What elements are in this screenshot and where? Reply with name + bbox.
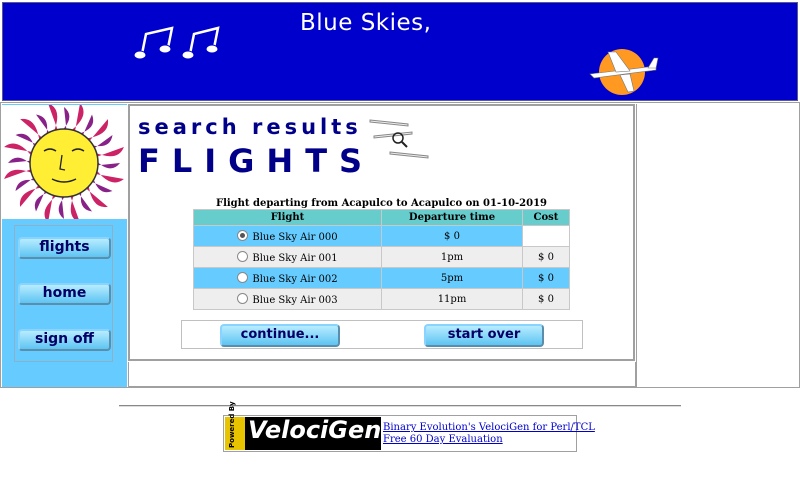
banner-title: Blue Skies, [300,10,432,36]
sign-off-nav-button[interactable]: sign off [18,329,111,351]
table-header-row: Flight Departure time Cost [193,209,570,226]
page-subtitle: search results [138,115,362,139]
column-header-cost: Cost [522,209,570,226]
flight-name: Blue Sky Air 000 [252,231,338,243]
results-caption: Flight departing from Acapulco to Acapul… [215,198,548,209]
sun-airplane-icon [589,49,659,95]
table-row: Blue Sky Air 002 5pm $ 0 [193,267,570,289]
velocigen-link[interactable]: Binary Evolution's VelociGen for Perl/TC… [383,422,595,433]
time-cell: 5pm [381,267,523,289]
cost-cell: $ 0 [381,225,523,247]
cost-cell: $ 0 [522,267,570,289]
main-bottom-cell [128,362,636,387]
time-cell: 11pm [381,288,523,310]
continue-button[interactable]: continue... [220,324,340,347]
cost-value: $ 0 [444,230,460,242]
music-notes-icon [133,26,220,60]
divider [119,405,681,407]
table-row: Blue Sky Air 000 $ 0 [193,225,570,247]
flights-nav-button[interactable]: flights [18,237,111,259]
table-row: Blue Sky Air 003 11pm $ 0 [193,288,570,310]
empty-cell [522,225,570,247]
cost-cell: $ 0 [522,288,570,310]
flight-cell: Blue Sky Air 002 [193,267,382,289]
flight-radio[interactable] [237,271,249,283]
flight-name: Blue Sky Air 001 [252,252,338,264]
powered-by-text: Powered By [228,401,236,448]
page-title: FLIGHTS [138,142,375,180]
evaluation-link[interactable]: Free 60 Day Evaluation [383,434,503,445]
flight-name: Blue Sky Air 003 [252,294,338,306]
flight-radio[interactable] [237,229,249,241]
results-table: Flight Departure time Cost Blue Sky Air … [193,209,570,310]
sun-face-icon [2,105,127,219]
home-nav-button[interactable]: home [18,283,111,305]
flight-cell: Blue Sky Air 001 [193,246,382,268]
planes-magnifier-icon [369,119,429,159]
start-over-button[interactable]: start over [424,324,544,347]
flight-radio[interactable] [237,292,249,304]
table-row: Blue Sky Air 001 1pm $ 0 [193,246,570,268]
column-header-flight: Flight [193,209,382,226]
time-cell: 1pm [381,246,523,268]
powered-by-badge: Powered By [225,401,245,450]
nav-panel: flights home sign off [14,225,113,362]
column-divider [636,104,637,387]
column-header-departure: Departure time [381,209,523,226]
velocigen-logo-text: VelociGen! [248,416,393,444]
flight-name: Blue Sky Air 002 [252,273,338,285]
flight-radio[interactable] [237,250,249,262]
cost-cell: $ 0 [522,246,570,268]
flight-cell: Blue Sky Air 003 [193,288,382,310]
flight-cell: Blue Sky Air 000 [193,225,382,247]
